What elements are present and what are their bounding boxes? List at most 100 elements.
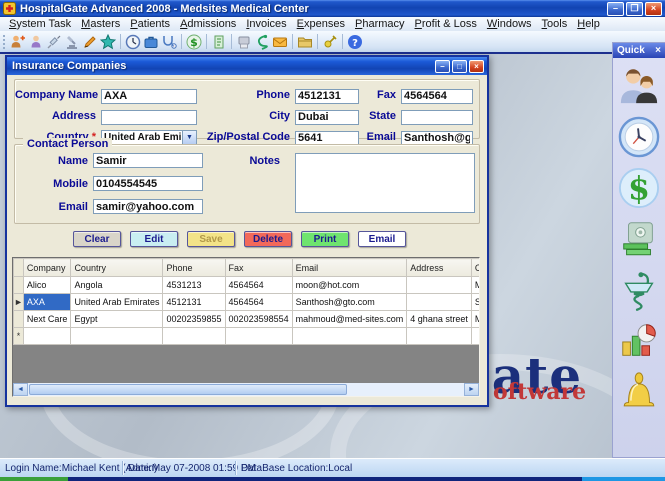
pharmacy-icon[interactable] [253, 33, 271, 51]
menu-item-pharmacy[interactable]: Pharmacy [350, 18, 410, 30]
clock-icon[interactable] [124, 33, 142, 51]
grid-cell[interactable]: 002023598554 [225, 311, 292, 328]
grid-cell[interactable] [23, 328, 71, 345]
help-icon[interactable]: ? [346, 33, 364, 51]
menu-item-masters[interactable]: Masters [76, 18, 125, 30]
edit-button[interactable]: Edit [130, 231, 178, 247]
window-restore-button[interactable]: ❐ [626, 2, 643, 16]
grid-cell[interactable]: 4 ghana street [407, 311, 472, 328]
menu-item-system-task[interactable]: System Task [4, 18, 76, 30]
column-header-address[interactable]: Address [407, 259, 472, 277]
patient-icon[interactable] [27, 33, 45, 51]
menu-item-profit-loss[interactable]: Profit & Loss [410, 18, 482, 30]
scroll-right-icon[interactable]: ► [464, 383, 479, 396]
print-button[interactable]: Print [301, 231, 349, 247]
grid-cell[interactable] [225, 328, 292, 345]
syringe-icon[interactable] [45, 33, 63, 51]
quick-panel-close-icon[interactable]: × [655, 45, 661, 56]
pharmacy-icon[interactable] [618, 269, 660, 311]
column-header-phone[interactable]: Phone [163, 259, 225, 277]
menu-item-invoices[interactable]: Invoices [241, 18, 291, 30]
column-header-email[interactable]: Email [292, 259, 407, 277]
horizontal-scrollbar[interactable]: ◄ ► [13, 383, 479, 396]
scroll-left-icon[interactable]: ◄ [13, 383, 28, 396]
delete-button[interactable]: Delete [244, 231, 292, 247]
scrollbar-thumb[interactable] [29, 384, 347, 395]
notes-input[interactable] [295, 153, 475, 213]
window-close-button[interactable]: × [645, 2, 662, 16]
contact-mobile-input[interactable] [93, 176, 203, 191]
bell-icon[interactable] [618, 371, 660, 413]
address-input[interactable] [101, 110, 197, 125]
clear-button[interactable]: Clear [73, 231, 121, 247]
settings-icon[interactable] [321, 33, 339, 51]
fax-input[interactable] [401, 89, 473, 104]
grid-cell[interactable]: AXA [23, 294, 71, 311]
add-patient-icon[interactable] [9, 33, 27, 51]
microscope-icon[interactable] [63, 33, 81, 51]
grid-cell[interactable]: 00202359855 [163, 311, 225, 328]
clock-icon[interactable] [618, 116, 660, 158]
grid-cell[interactable]: Mahmoud Maher Emam [471, 311, 480, 328]
archive-icon[interactable] [296, 33, 314, 51]
grid-cell[interactable]: 4531213 [163, 277, 225, 294]
stethoscope-icon[interactable] [160, 33, 178, 51]
grid-cell[interactable] [407, 328, 472, 345]
country-select[interactable]: United Arab Emirates ▼ [101, 130, 197, 145]
staff-icon[interactable] [618, 65, 660, 107]
case-icon[interactable] [142, 33, 160, 51]
contact-name-input[interactable] [93, 153, 203, 168]
menu-item-expenses[interactable]: Expenses [292, 18, 350, 30]
grid-cell[interactable]: Moner [471, 277, 480, 294]
grid-cell[interactable] [292, 328, 407, 345]
save-button[interactable]: Save [187, 231, 235, 247]
grid-cell[interactable] [71, 328, 163, 345]
grid-cell[interactable]: Angola [71, 277, 163, 294]
grid-cell[interactable]: mahmoud@med-sites.com [292, 311, 407, 328]
mail-icon[interactable] [271, 33, 289, 51]
grid-cell[interactable]: 4564564 [225, 294, 292, 311]
row-selector[interactable] [14, 277, 24, 294]
grid-cell[interactable]: moon@hot.com [292, 277, 407, 294]
dialog-minimize-button[interactable]: – [435, 60, 450, 73]
report-icon[interactable] [235, 33, 253, 51]
menu-item-patients[interactable]: Patients [125, 18, 175, 30]
phone-input[interactable] [295, 89, 359, 104]
chevron-down-icon[interactable]: ▼ [182, 131, 196, 144]
toolbar-grip[interactable] [3, 35, 6, 49]
grid-cell[interactable]: United Arab Emirates [71, 294, 163, 311]
table-row[interactable]: ►AXAUnited Arab Emirates45121314564564 Sa… [14, 294, 481, 311]
menu-item-windows[interactable]: Windows [482, 18, 537, 30]
grid-cell[interactable] [407, 277, 472, 294]
grid-cell[interactable] [163, 328, 225, 345]
column-header-fax[interactable]: Fax [225, 259, 292, 277]
menu-item-admissions[interactable]: Admissions [175, 18, 241, 30]
grid-cell[interactable]: Samir [471, 294, 480, 311]
grid-cell[interactable]: Next Care [23, 311, 71, 328]
column-header-country[interactable]: Country [71, 259, 163, 277]
company-name-input[interactable] [101, 89, 197, 104]
column-header-company[interactable]: Company [23, 259, 71, 277]
note-icon[interactable] [210, 33, 228, 51]
city-input[interactable] [295, 110, 359, 125]
contact-email-input[interactable] [93, 199, 203, 214]
grid-cell[interactable]: 4512131 [163, 294, 225, 311]
new-row-selector[interactable]: * [14, 328, 24, 345]
email-button[interactable]: Email [358, 231, 406, 247]
grid-cell[interactable] [407, 294, 472, 311]
menu-item-help[interactable]: Help [572, 18, 605, 30]
reports-icon[interactable] [618, 320, 660, 362]
grid-cell[interactable]: Egypt [71, 311, 163, 328]
appointment-icon[interactable] [99, 33, 117, 51]
deposit-icon[interactable] [618, 218, 660, 260]
row-selector[interactable]: ► [14, 294, 24, 311]
new-row[interactable]: * [14, 328, 481, 345]
dialog-close-button[interactable]: × [469, 60, 484, 73]
pen-icon[interactable] [81, 33, 99, 51]
grid-cell[interactable]: 4564564 [225, 277, 292, 294]
state-input[interactable] [401, 110, 473, 125]
window-minimize-button[interactable]: – [607, 2, 624, 16]
grid-cell[interactable]: Alico [23, 277, 71, 294]
row-selector[interactable] [14, 311, 24, 328]
cash-icon[interactable]: $ [618, 167, 660, 209]
